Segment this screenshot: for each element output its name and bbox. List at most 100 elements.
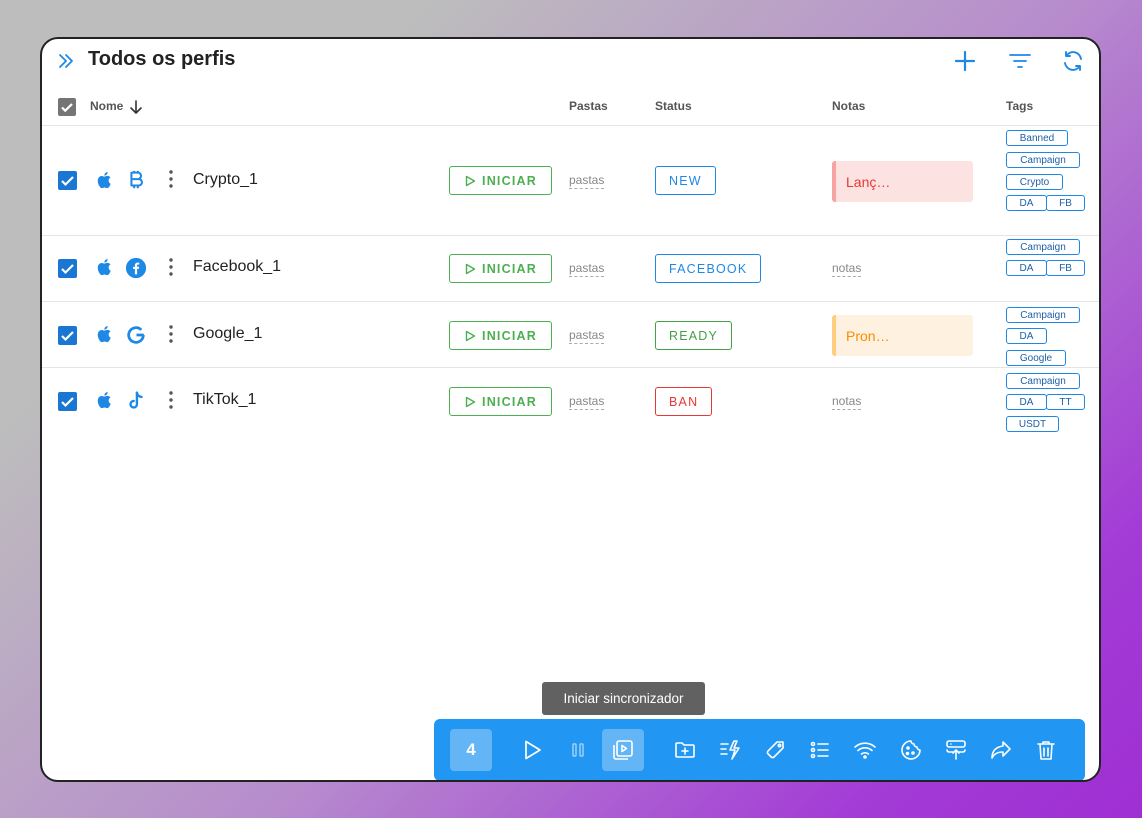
- cookies-button[interactable]: [890, 729, 932, 771]
- apple-icon: [97, 172, 111, 189]
- apple-icon: [97, 326, 111, 343]
- status-badge[interactable]: BAN: [655, 387, 713, 416]
- tiktok-icon: [129, 391, 143, 409]
- column-folders-header: Pastas: [569, 99, 608, 113]
- tag[interactable]: DA: [1006, 195, 1047, 211]
- tag[interactable]: DA: [1006, 260, 1047, 276]
- column-status-header: Status: [655, 99, 692, 113]
- start-button[interactable]: INICIAR: [449, 254, 552, 283]
- play-icon: [465, 330, 476, 341]
- folder-link[interactable]: pastas: [569, 328, 605, 344]
- start-label: INICIAR: [482, 394, 537, 409]
- bitcoin-icon: [130, 170, 143, 189]
- play-icon: [525, 740, 541, 760]
- tag[interactable]: Campaign: [1006, 152, 1080, 168]
- start-button[interactable]: INICIAR: [449, 387, 552, 416]
- page-title: Todos os perfis: [88, 48, 236, 70]
- tag[interactable]: Campaign: [1006, 373, 1080, 389]
- profile-name[interactable]: Google_1: [193, 325, 262, 343]
- bullet-list-icon: [810, 741, 829, 759]
- add-icon[interactable]: [952, 48, 978, 74]
- play-icon: [465, 175, 476, 186]
- table-row: Facebook_1 INICIAR pastas FACEBOOK notas…: [42, 236, 1099, 301]
- list-button[interactable]: [799, 729, 841, 771]
- tag[interactable]: Crypto: [1006, 174, 1063, 190]
- filter-icon[interactable]: [1007, 48, 1033, 74]
- sort-arrow-down-icon[interactable]: [129, 99, 143, 115]
- row-checkbox[interactable]: [58, 326, 77, 345]
- profile-name[interactable]: Facebook_1: [193, 258, 281, 276]
- note-preview[interactable]: Lanç…: [832, 161, 973, 202]
- apple-icon: [97, 259, 111, 276]
- profile-name[interactable]: TikTok_1: [193, 391, 256, 409]
- start-button[interactable]: INICIAR: [449, 166, 552, 195]
- tag[interactable]: Campaign: [1006, 307, 1080, 323]
- tag[interactable]: FB: [1046, 260, 1085, 276]
- tag[interactable]: DA: [1006, 394, 1047, 410]
- delete-button[interactable]: [1025, 729, 1067, 771]
- row-checkbox[interactable]: [58, 171, 77, 190]
- quick-actions-button[interactable]: [709, 729, 751, 771]
- apple-icon: [97, 392, 111, 409]
- tag[interactable]: TT: [1046, 394, 1085, 410]
- synchronizer-icon: [613, 740, 633, 760]
- row-checkbox[interactable]: [58, 392, 77, 411]
- notes-link[interactable]: notas: [832, 261, 862, 277]
- cookie-icon: [901, 740, 921, 760]
- status-badge[interactable]: NEW: [655, 166, 716, 195]
- tag[interactable]: Google: [1006, 350, 1066, 366]
- tag-icon: [766, 741, 784, 759]
- start-button[interactable]: INICIAR: [449, 321, 552, 350]
- table-row: TikTok_1 INICIAR pastas BAN notas Campai…: [42, 368, 1099, 433]
- tag[interactable]: FB: [1046, 195, 1085, 211]
- export-button[interactable]: [935, 729, 977, 771]
- start-all-button[interactable]: [511, 729, 553, 771]
- more-vertical-icon[interactable]: [164, 324, 178, 344]
- tags-button[interactable]: [754, 729, 796, 771]
- add-to-folder-button[interactable]: [664, 729, 706, 771]
- more-vertical-icon[interactable]: [164, 169, 178, 189]
- column-name-header[interactable]: Nome: [90, 99, 123, 113]
- trash-icon: [1037, 741, 1055, 760]
- profile-name[interactable]: Crypto_1: [193, 171, 258, 189]
- wifi-icon: [854, 742, 876, 759]
- more-vertical-icon[interactable]: [164, 390, 178, 410]
- table-row: Google_1 INICIAR pastas READY Pron… Camp…: [42, 302, 1099, 367]
- tag[interactable]: Banned: [1006, 130, 1068, 146]
- more-vertical-icon[interactable]: [164, 257, 178, 277]
- share-button[interactable]: [980, 729, 1022, 771]
- folder-link[interactable]: pastas: [569, 394, 605, 410]
- status-badge[interactable]: FACEBOOK: [655, 254, 762, 283]
- play-icon: [465, 396, 476, 407]
- notes-link[interactable]: notas: [832, 394, 862, 410]
- status-badge[interactable]: READY: [655, 321, 733, 350]
- profiles-window: Todos os perfis Nome Pastas Status Notas…: [40, 37, 1101, 782]
- lightning-list-icon: [720, 740, 740, 760]
- start-label: INICIAR: [482, 173, 537, 188]
- tag[interactable]: Campaign: [1006, 239, 1080, 255]
- double-chevron-right-icon[interactable]: [56, 51, 76, 71]
- start-label: INICIAR: [482, 261, 537, 276]
- select-all-checkbox[interactable]: [58, 98, 76, 116]
- play-icon: [465, 263, 476, 274]
- tooltip: Iniciar sincronizador: [542, 682, 705, 715]
- share-arrow-icon: [991, 741, 1011, 759]
- row-checkbox[interactable]: [58, 259, 77, 278]
- google-icon: [127, 326, 145, 344]
- note-preview[interactable]: Pron…: [832, 315, 973, 356]
- pause-all-button[interactable]: [557, 729, 599, 771]
- start-label: INICIAR: [482, 328, 537, 343]
- start-synchronizer-button[interactable]: [602, 729, 644, 771]
- pause-icon: [572, 743, 584, 757]
- column-tags-header: Tags: [1006, 99, 1034, 113]
- tag[interactable]: DA: [1006, 328, 1047, 344]
- folder-link[interactable]: pastas: [569, 173, 605, 189]
- header: Todos os perfis: [42, 39, 1099, 83]
- tag[interactable]: USDT: [1006, 416, 1059, 432]
- facebook-icon: [125, 257, 147, 279]
- folder-link[interactable]: pastas: [569, 261, 605, 277]
- refresh-icon[interactable]: [1060, 48, 1086, 74]
- bulk-action-toolbar: 4: [434, 719, 1085, 780]
- proxy-button[interactable]: [844, 729, 886, 771]
- upload-server-icon: [946, 740, 966, 760]
